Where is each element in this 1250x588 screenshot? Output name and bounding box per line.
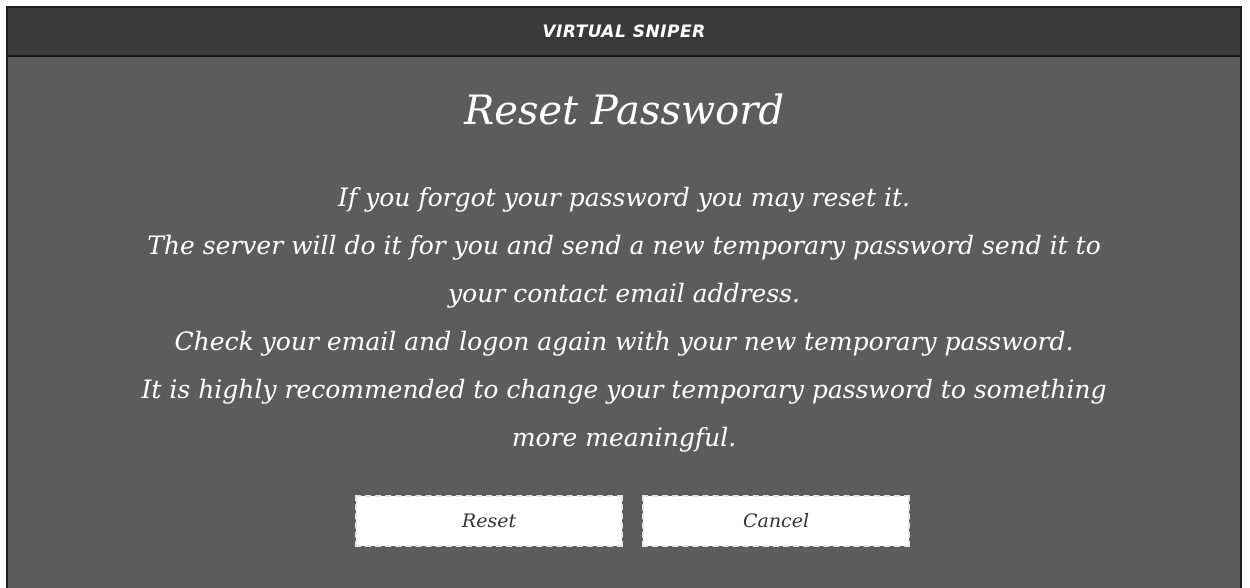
title-bar: VIRTUAL SNIPER [8, 8, 1240, 57]
instructions-line: more meaningful. [511, 423, 737, 452]
cancel-button[interactable]: Cancel [642, 495, 910, 547]
reset-button[interactable]: Reset [355, 495, 623, 547]
window-title: VIRTUAL SNIPER [542, 21, 706, 42]
dialog-heading: Reset Password [464, 88, 784, 134]
instructions-line: The server will do it for you and send a… [147, 231, 1101, 260]
instructions-line: Check your email and logon again with yo… [174, 327, 1074, 356]
instructions-line: If you forgot your password you may rese… [338, 183, 910, 212]
instructions-line: your contact email address. [448, 279, 800, 308]
instructions-text: If you forgot your password you may rese… [48, 174, 1200, 462]
instructions-line: It is highly recommended to change your … [141, 375, 1107, 404]
reset-password-window: VIRTUAL SNIPER Reset Password If you for… [6, 6, 1242, 588]
